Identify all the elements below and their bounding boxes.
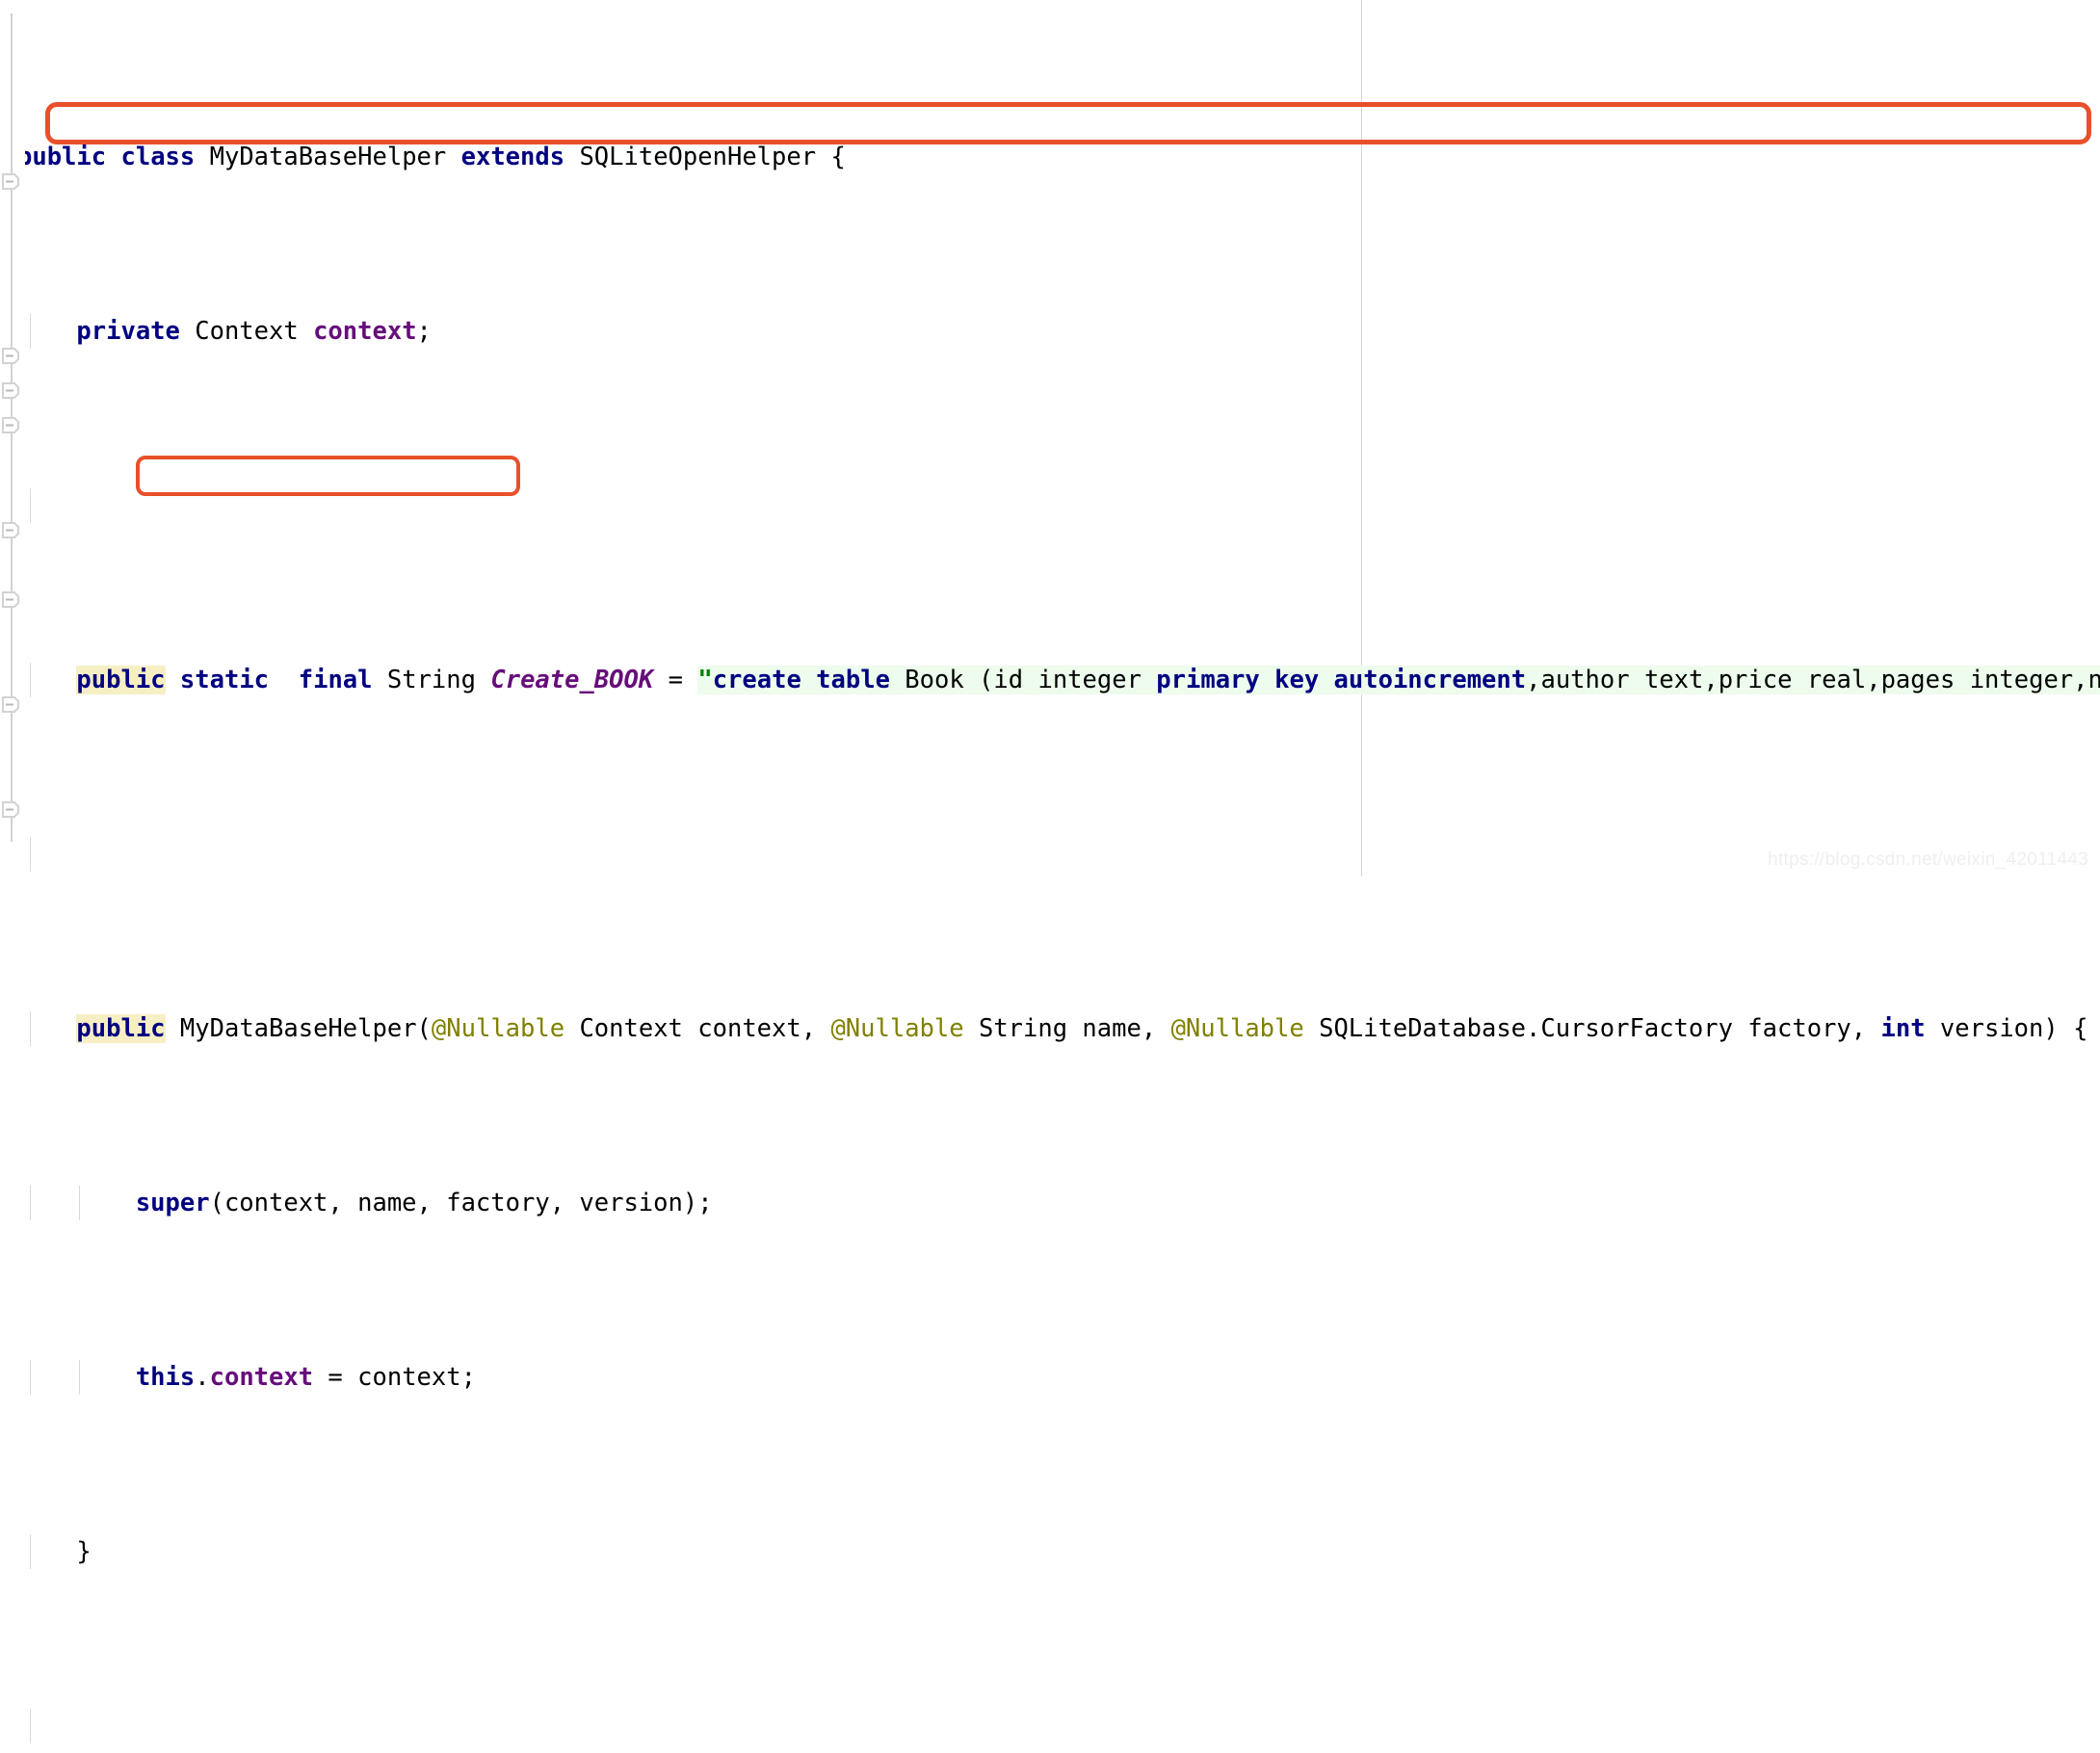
- sql-keyword-table: table: [816, 665, 890, 694]
- keyword-int: int: [1880, 1013, 1926, 1043]
- keyword-static: static: [179, 665, 270, 694]
- close-brace: }: [76, 1536, 92, 1566]
- code-content[interactable]: public class MyDataBaseHelper extends SQ…: [0, 0, 2100, 1743]
- keyword-extends: extends: [460, 142, 565, 171]
- annotation-nullable: @Nullable: [431, 1013, 565, 1043]
- sql-columns: ,author text,price real,pages integer,na…: [1526, 665, 2100, 694]
- fold-marker-try-block[interactable]: [2, 417, 19, 433]
- sql-keyword-create: create: [712, 665, 801, 694]
- param-factory: SQLiteDatabase.CursorFactory factory,: [1319, 1013, 1881, 1043]
- code-editor[interactable]: public class MyDataBaseHelper extends SQ…: [0, 0, 2100, 1743]
- string-quote-open: ": [697, 665, 713, 694]
- type-string: String: [386, 665, 476, 694]
- sql-keyword-key: key: [1274, 665, 1320, 694]
- param-name: String name,: [978, 1013, 1171, 1043]
- watermark-url: https://blog.csdn.net/weixin_42011443: [1768, 850, 2088, 870]
- sql-keyword-primary: primary: [1156, 665, 1260, 694]
- annotation-nullable: @Nullable: [1170, 1013, 1304, 1043]
- code-line-9[interactable]: }: [0, 1533, 2100, 1569]
- fold-marker-onupgrade-end[interactable]: [2, 801, 19, 818]
- keyword-final: final: [298, 665, 373, 694]
- code-line-1[interactable]: public class MyDataBaseHelper extends SQ…: [0, 140, 2100, 174]
- keyword-this: this: [135, 1362, 196, 1392]
- field-context: context: [313, 316, 417, 346]
- param-context: Context context,: [579, 1013, 831, 1043]
- keyword-public-highlighted: public: [76, 1013, 166, 1043]
- fold-marker-oncreate-annotation[interactable]: [2, 348, 19, 364]
- code-line-6[interactable]: public MyDataBaseHelper(@Nullable Contex…: [0, 1010, 2100, 1046]
- type-context: Context: [195, 316, 299, 346]
- open-brace: {: [830, 142, 846, 171]
- class-name: MyDataBaseHelper: [209, 142, 447, 171]
- keyword-super: super: [135, 1188, 210, 1217]
- constructor-name: MyDataBaseHelper(: [179, 1013, 432, 1043]
- code-folding-gutter[interactable]: [0, 0, 25, 876]
- fold-marker-catch-end[interactable]: [2, 591, 19, 608]
- keyword-class: class: [120, 142, 196, 171]
- assignment-expression: = context;: [313, 1362, 476, 1392]
- super-arguments: (context, name, factory, version);: [209, 1188, 713, 1217]
- sql-keyword-autoincrement: autoincrement: [1333, 665, 1527, 694]
- keyword-private: private: [76, 316, 180, 346]
- code-line-3-blank[interactable]: [0, 487, 2100, 523]
- param-version: version) {: [1939, 1013, 2088, 1043]
- fold-marker-onupgrade-annotation[interactable]: [2, 696, 19, 713]
- keyword-public: public: [17, 142, 107, 171]
- code-line-4[interactable]: public static final String Create_BOOK =…: [0, 662, 2100, 697]
- fold-marker-catch-block[interactable]: [2, 522, 19, 538]
- sql-table-name: Book (id integer: [889, 665, 1157, 694]
- assign-operator: =: [668, 665, 683, 694]
- code-line-10-blank[interactable]: [0, 1708, 2100, 1743]
- constant-create-book: Create_BOOK: [490, 665, 654, 694]
- semicolon: ;: [416, 316, 432, 346]
- field-context: context: [209, 1362, 314, 1392]
- annotation-nullable: @Nullable: [830, 1013, 964, 1043]
- code-line-8[interactable]: this.context = context;: [0, 1359, 2100, 1395]
- dot-operator: .: [195, 1362, 210, 1392]
- superclass-name: SQLiteOpenHelper: [579, 142, 817, 171]
- keyword-public-highlighted: public: [76, 665, 166, 694]
- fold-marker-oncreate-body[interactable]: [2, 382, 19, 399]
- code-line-2[interactable]: private Context context;: [0, 313, 2100, 349]
- code-line-7[interactable]: super(context, name, factory, version);: [0, 1185, 2100, 1220]
- fold-marker-constructor[interactable]: [2, 173, 19, 190]
